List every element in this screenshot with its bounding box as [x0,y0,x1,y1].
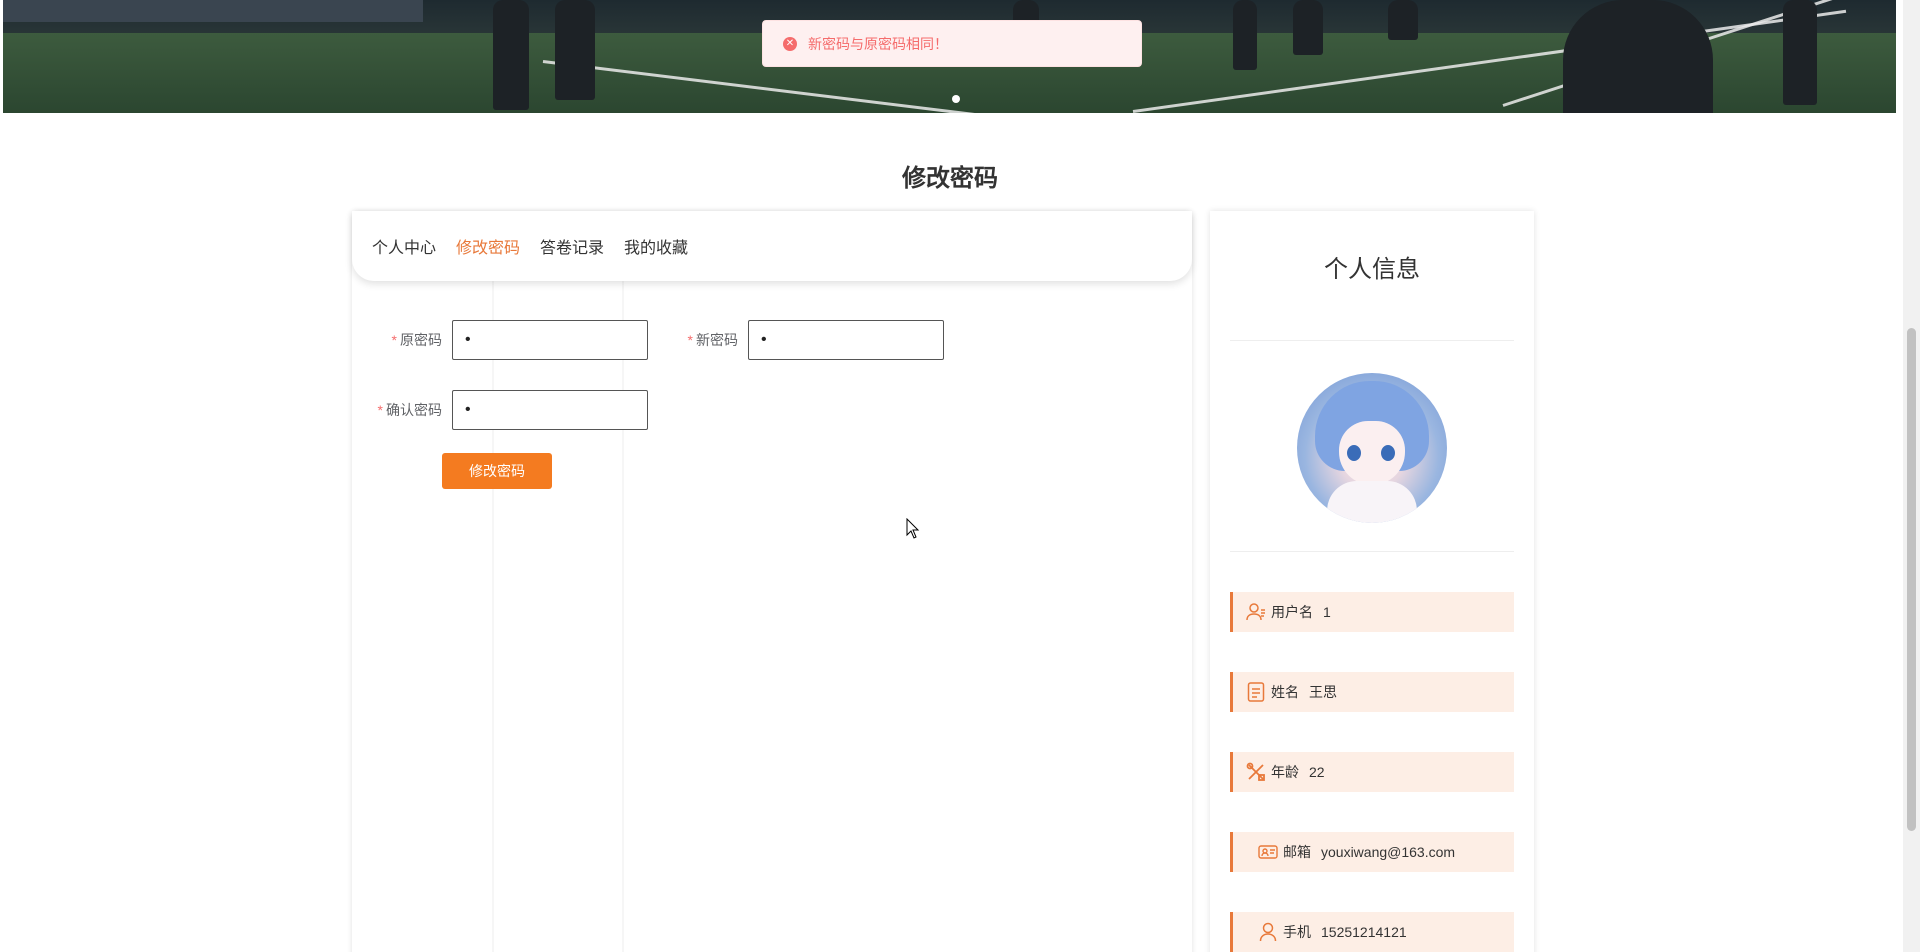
profile-key: 姓名 [1271,684,1299,700]
page-title: 修改密码 [902,165,998,192]
document-icon [1245,681,1267,703]
profile-divider [1230,551,1514,552]
change-password-button[interactable]: 修改密码 [442,453,552,489]
confirm-password-label: * 确认密码 [372,400,442,420]
toast-message: 新密码与原密码相同！ [808,35,948,52]
banner-person [1563,0,1713,113]
profile-phone: 手机 15251214121 [1230,912,1514,952]
tab-personal-center[interactable]: 个人中心 [372,234,436,258]
required-mark: * [391,332,397,348]
confirm-password-input[interactable]: • [452,390,648,430]
profile-card: 个人信息 用户名 1 姓名 王思 年龄 22 邮箱 youxiwang@163.… [1210,211,1534,952]
user-icon [1245,601,1267,623]
avatar-eye [1381,445,1395,461]
new-password-row: * 新密码 • [668,320,944,360]
banner-person [555,0,595,100]
profile-title: 个人信息 [1324,256,1420,283]
confirm-password-label-text: 确认密码 [386,402,442,418]
error-icon: ✕ [783,36,797,51]
tab-change-password[interactable]: 修改密码 [456,234,520,258]
profile-divider [1230,340,1514,341]
id-card-icon [1257,841,1279,863]
banner-person [1293,0,1323,55]
person-icon [1257,921,1279,943]
required-mark: * [687,332,693,348]
old-password-label-text: 原密码 [400,332,442,348]
required-mark: * [377,402,383,418]
profile-value: youxiwang@163.com [1321,844,1456,860]
background-stripe [492,281,494,952]
tab-my-favorites[interactable]: 我的收藏 [624,234,688,258]
profile-key: 手机 [1283,924,1311,940]
profile-value: 15251214121 [1321,924,1407,940]
banner-person [1783,0,1817,105]
banner-person [1233,0,1257,70]
avatar [1297,373,1447,523]
profile-key: 邮箱 [1283,844,1311,860]
mouse-cursor-icon [906,517,920,540]
new-password-label: * 新密码 [668,330,738,350]
profile-value: 王思 [1309,684,1337,700]
old-password-input[interactable]: • [452,320,648,360]
profile-value: 1 [1323,604,1331,620]
page-scrollbar[interactable] [1903,0,1920,952]
avatar-body [1327,481,1417,523]
banner-person [1388,0,1418,40]
error-toast: ✕ 新密码与原密码相同！ [762,20,1142,67]
confirm-password-row: * 确认密码 • [372,390,648,430]
tools-icon [1245,761,1267,783]
banner-road [3,0,423,22]
new-password-label-text: 新密码 [696,332,738,348]
old-password-label: * 原密码 [372,330,442,350]
avatar-eye [1347,445,1361,461]
old-password-row: * 原密码 • [372,320,648,360]
tab-answer-records[interactable]: 答卷记录 [540,234,604,258]
banner-person [493,0,529,110]
scrollbar-thumb[interactable] [1907,328,1916,831]
carousel-indicator-dot[interactable] [952,95,960,103]
profile-username: 用户名 1 [1230,592,1514,632]
profile-key: 年龄 [1271,764,1299,780]
profile-key: 用户名 [1271,604,1313,620]
profile-value: 22 [1309,764,1325,780]
background-stripe [622,281,624,952]
user-tabs: 个人中心 修改密码 答卷记录 我的收藏 [352,211,1192,281]
profile-name: 姓名 王思 [1230,672,1514,712]
new-password-input[interactable]: • [748,320,944,360]
profile-age: 年龄 22 [1230,752,1514,792]
profile-email: 邮箱 youxiwang@163.com [1230,832,1514,872]
